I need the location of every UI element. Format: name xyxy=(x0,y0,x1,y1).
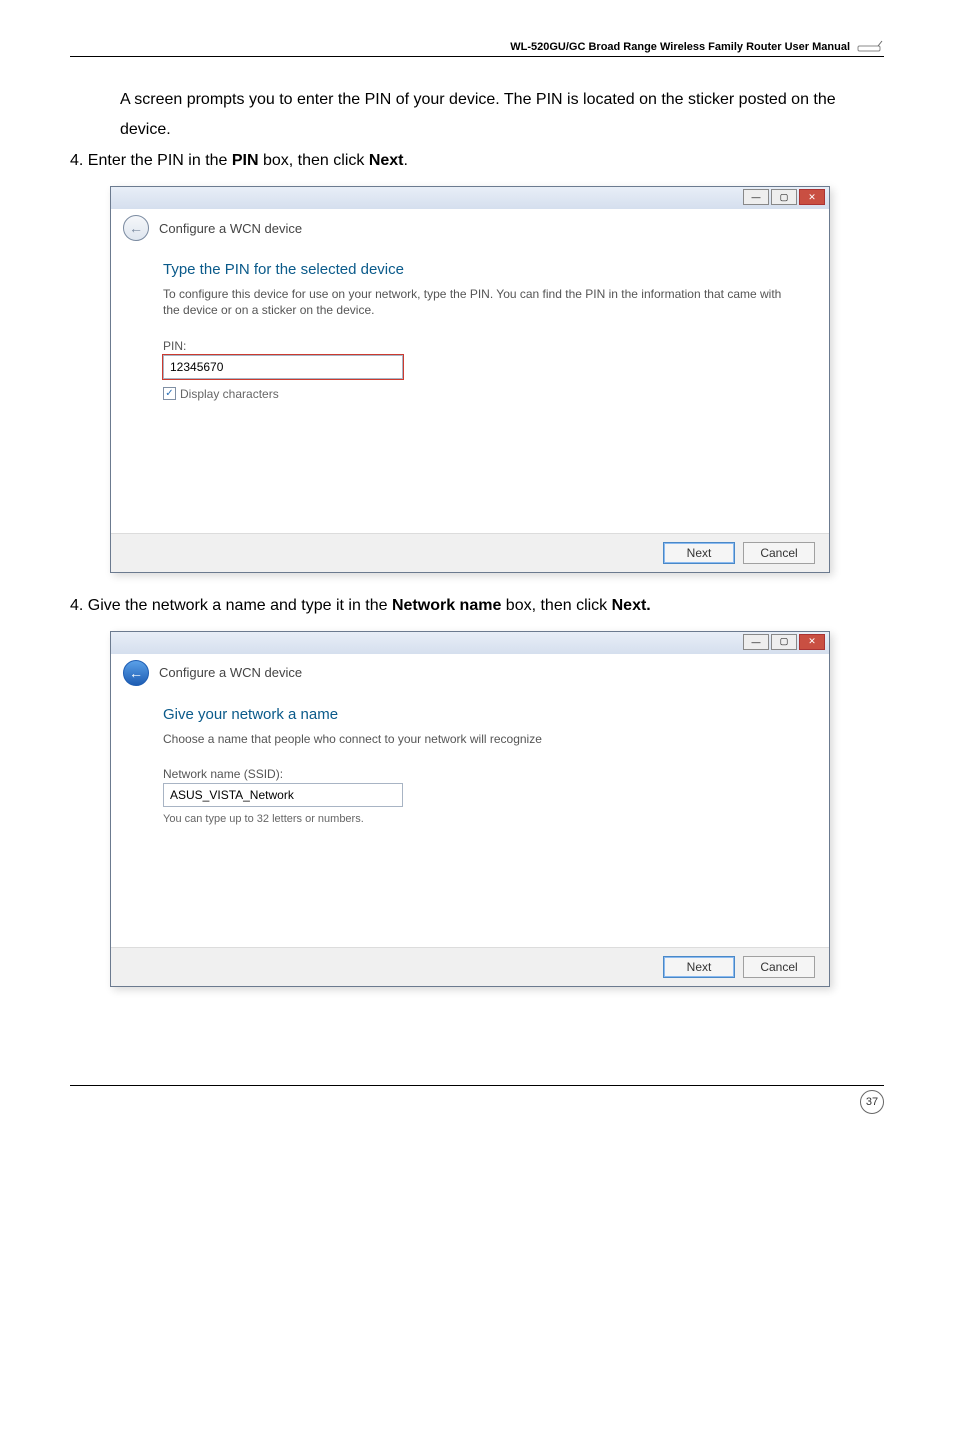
dialog-description: To configure this device for use on your… xyxy=(163,286,793,318)
step-text-e: . xyxy=(404,152,408,169)
next-bold-2: Next. xyxy=(612,597,651,614)
next-bold: Next xyxy=(369,152,404,169)
network-name-bold: Network name xyxy=(392,597,501,614)
step-number: 4. xyxy=(70,152,88,169)
next-button[interactable]: Next xyxy=(663,956,735,978)
dialog-heading: Type the PIN for the selected device xyxy=(163,261,793,278)
step2-text-c: box, then click xyxy=(501,597,611,614)
window-title: Configure a WCN device xyxy=(159,665,302,680)
maximize-button[interactable]: ▢ xyxy=(771,634,797,650)
router-icon xyxy=(856,40,884,54)
back-arrow-icon: ← xyxy=(129,220,143,236)
dialog-heading: Give your network a name xyxy=(163,706,793,723)
window-chrome: — ▢ ✕ xyxy=(111,187,829,209)
network-name-dialog: — ▢ ✕ ← Configure a WCN device Give your… xyxy=(110,631,830,987)
dialog-description: Choose a name that people who connect to… xyxy=(163,731,793,747)
close-button[interactable]: ✕ xyxy=(799,189,825,205)
header-title: WL-520GU/GC Broad Range Wireless Family … xyxy=(510,41,850,53)
page-header: WL-520GU/GC Broad Range Wireless Family … xyxy=(70,40,884,57)
cancel-button[interactable]: Cancel xyxy=(743,956,815,978)
close-button[interactable]: ✕ xyxy=(799,634,825,650)
pin-dialog: — ▢ ✕ ← Configure a WCN device Type the … xyxy=(110,186,830,572)
step-number-2: 4. xyxy=(70,597,88,614)
step-4-network: 4. Give the network a name and type it i… xyxy=(70,591,884,621)
step-text-c: box, then click xyxy=(259,152,369,169)
pin-input[interactable] xyxy=(163,355,403,379)
step2-text-a: Give the network a name and type it in t… xyxy=(88,597,392,614)
ssid-helper: You can type up to 32 letters or numbers… xyxy=(163,813,793,825)
ssid-input[interactable] xyxy=(163,783,403,807)
maximize-button[interactable]: ▢ xyxy=(771,189,797,205)
minimize-button[interactable]: — xyxy=(743,189,769,205)
next-button[interactable]: Next xyxy=(663,542,735,564)
window-title: Configure a WCN device xyxy=(159,221,302,236)
paragraph-1: A screen prompts you to enter the PIN of… xyxy=(70,85,884,146)
page-number: 37 xyxy=(860,1090,884,1114)
ssid-label: Network name (SSID): xyxy=(163,767,793,781)
pin-bold: PIN xyxy=(232,152,259,169)
back-arrow-icon: ← xyxy=(129,665,143,681)
step-text-a: Enter the PIN in the xyxy=(88,152,232,169)
page-footer: 37 xyxy=(70,1085,884,1114)
step-4-pin: 4. Enter the PIN in the PIN box, then cl… xyxy=(70,146,884,176)
display-characters-label: Display characters xyxy=(180,387,279,401)
back-button[interactable]: ← xyxy=(123,215,149,241)
cancel-button[interactable]: Cancel xyxy=(743,542,815,564)
back-button[interactable]: ← xyxy=(123,660,149,686)
window-chrome: — ▢ ✕ xyxy=(111,632,829,654)
minimize-button[interactable]: — xyxy=(743,634,769,650)
pin-label: PIN: xyxy=(163,339,793,353)
paragraph-1-text: A screen prompts you to enter the PIN of… xyxy=(120,91,836,138)
display-characters-checkbox[interactable]: ✓ xyxy=(163,387,176,400)
